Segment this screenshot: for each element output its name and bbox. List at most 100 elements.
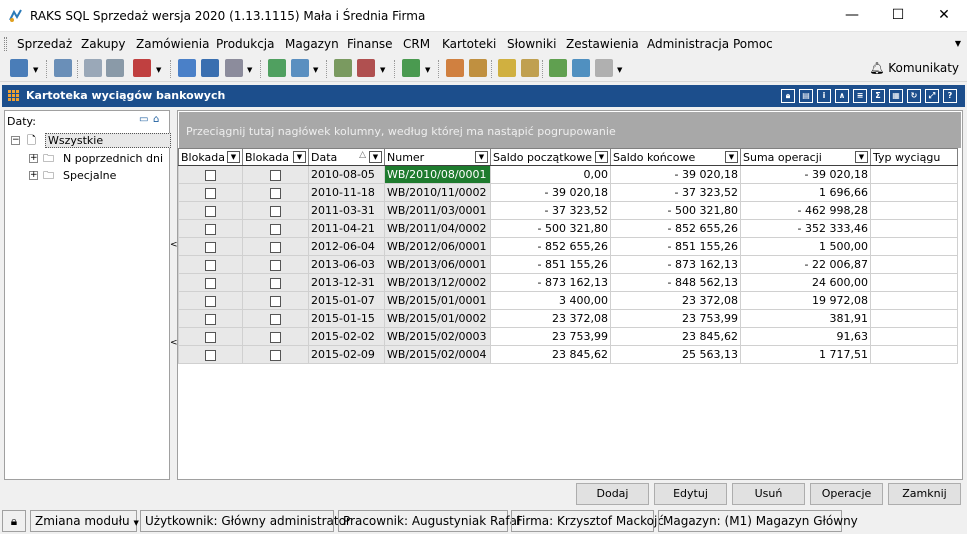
lock-icon[interactable]: 🔒︎ bbox=[781, 89, 795, 103]
table-row[interactable]: 2012-06-04 WB/2012/06/0001- 852 655,26- 8… bbox=[178, 237, 958, 256]
end-balance-cell[interactable]: 23 372,08 bbox=[610, 291, 741, 310]
date-cell[interactable]: 2015-01-15 bbox=[308, 309, 385, 328]
end-balance-cell[interactable]: - 873 162,13 bbox=[610, 255, 741, 274]
blokada-checkbox-cell[interactable] bbox=[178, 255, 243, 274]
start-balance-cell[interactable]: 23 372,08 bbox=[490, 309, 611, 328]
table-row[interactable]: 2015-01-07 WB/2015/01/0001 3 400,00 23 372,… bbox=[178, 291, 958, 310]
number-cell[interactable]: WB/2010/11/0002 bbox=[384, 183, 491, 202]
statement-type-cell[interactable] bbox=[870, 237, 958, 256]
number-cell[interactable]: WB/2015/02/0003 bbox=[384, 327, 491, 346]
blokada-checkbox-cell[interactable] bbox=[242, 291, 309, 310]
number-cell[interactable]: WB/2015/01/0002 bbox=[384, 309, 491, 328]
number-cell[interactable]: WB/2013/06/0001 bbox=[384, 255, 491, 274]
lightning-icon[interactable] bbox=[498, 59, 516, 77]
blokada-checkbox-cell[interactable] bbox=[178, 345, 243, 364]
help-icon[interactable]: ? bbox=[943, 89, 957, 103]
start-balance-cell[interactable]: - 37 323,52 bbox=[490, 201, 611, 220]
operations-sum-cell[interactable]: 91,63 bbox=[740, 327, 871, 346]
users-icon[interactable] bbox=[446, 59, 464, 77]
blokada-checkbox-cell[interactable] bbox=[178, 327, 243, 346]
table-row[interactable]: 2013-06-03 WB/2013/06/0001- 851 155,26- 8… bbox=[178, 255, 958, 274]
table-row[interactable]: 2010-08-05 WB/2010/08/0001 0,00- 39 020,18… bbox=[178, 165, 958, 184]
checkbox[interactable] bbox=[205, 259, 216, 271]
date-cell[interactable]: 2013-12-31 bbox=[308, 273, 385, 292]
filter-dropdown-icon[interactable]: ▼ bbox=[369, 151, 382, 163]
blokada-checkbox-cell[interactable] bbox=[178, 237, 243, 256]
chevron-down-icon[interactable]: ▼ bbox=[247, 66, 252, 74]
number-cell[interactable]: WB/2012/06/0001 bbox=[384, 237, 491, 256]
date-cell[interactable]: 2011-03-31 bbox=[308, 201, 385, 220]
blokada-checkbox-cell[interactable] bbox=[178, 273, 243, 292]
open-folder-icon[interactable]: ⌂ bbox=[153, 114, 159, 125]
statement-type-cell[interactable] bbox=[870, 201, 958, 220]
date-cell[interactable]: 2015-02-09 bbox=[308, 345, 385, 364]
end-balance-cell[interactable]: - 37 323,52 bbox=[610, 183, 741, 202]
statement-type-cell[interactable] bbox=[870, 291, 958, 310]
clipboard-icon[interactable] bbox=[595, 59, 613, 77]
blokada-checkbox-cell[interactable] bbox=[178, 183, 243, 202]
date-cell[interactable]: 2010-11-18 bbox=[308, 183, 385, 202]
checkbox[interactable] bbox=[205, 169, 216, 181]
checkbox[interactable] bbox=[205, 331, 216, 343]
checkbox[interactable] bbox=[205, 313, 216, 325]
delete-button[interactable]: Usuń bbox=[732, 483, 805, 505]
checkbox[interactable] bbox=[270, 313, 281, 325]
statement-type-cell[interactable] bbox=[870, 183, 958, 202]
date-cell[interactable]: 2013-06-03 bbox=[308, 255, 385, 274]
operations-button[interactable]: Operacje bbox=[810, 483, 883, 505]
menu-slowniki[interactable]: Słowniki bbox=[507, 37, 556, 51]
checkbox[interactable] bbox=[270, 187, 281, 199]
filter-dropdown-icon[interactable]: ▼ bbox=[725, 151, 738, 163]
print-icon[interactable]: ▤ bbox=[799, 89, 813, 103]
end-balance-cell[interactable]: - 851 155,26 bbox=[610, 237, 741, 256]
operations-sum-cell[interactable]: 24 600,00 bbox=[740, 273, 871, 292]
menu-pomoc[interactable]: Pomoc bbox=[733, 37, 773, 51]
columns-icon[interactable]: ▦ bbox=[889, 89, 903, 103]
stack-icon[interactable] bbox=[225, 59, 243, 77]
menu-magazyn[interactable]: Magazyn bbox=[285, 37, 339, 51]
table-row[interactable]: 2015-01-15 WB/2015/01/0002 23 372,08 23 753… bbox=[178, 309, 958, 328]
menu-zestawienia[interactable]: Zestawienia bbox=[566, 37, 639, 51]
table-row[interactable]: 2011-04-21 WB/2011/04/0002- 500 321,80- 8… bbox=[178, 219, 958, 238]
number-cell[interactable]: WB/2011/03/0001 bbox=[384, 201, 491, 220]
table-row[interactable]: 2015-02-02 WB/2015/02/0003 23 753,99 23 845… bbox=[178, 327, 958, 346]
date-cell[interactable]: 2011-04-21 bbox=[308, 219, 385, 238]
checkbox[interactable] bbox=[205, 277, 216, 289]
lightning-alt-icon[interactable] bbox=[521, 59, 539, 77]
filter-dropdown-icon[interactable]: ▼ bbox=[855, 151, 868, 163]
operations-sum-cell[interactable]: 19 972,08 bbox=[740, 291, 871, 310]
menu-overflow-icon[interactable]: ▼ bbox=[955, 39, 961, 48]
menu-zakupy[interactable]: Zakupy bbox=[81, 37, 125, 51]
blokada-checkbox-cell[interactable] bbox=[242, 237, 309, 256]
menu-kartoteki[interactable]: Kartoteki bbox=[442, 37, 496, 51]
column-header-blokada-2[interactable]: Blokada ▼ bbox=[242, 148, 309, 166]
menu-finanse[interactable]: Finanse bbox=[347, 37, 393, 51]
sum-icon[interactable]: Σ bbox=[871, 89, 885, 103]
table-row[interactable]: 2013-12-31 WB/2013/12/0002- 873 162,13- 8… bbox=[178, 273, 958, 292]
checkbox[interactable] bbox=[270, 241, 281, 253]
end-balance-cell[interactable]: - 500 321,80 bbox=[610, 201, 741, 220]
checkbox[interactable] bbox=[270, 205, 281, 217]
komunikaty-button[interactable]: 🔔︎ Komunikaty bbox=[869, 61, 959, 75]
column-header-saldo-poczatkowe[interactable]: Saldo początkowe ▼ bbox=[490, 148, 611, 166]
operations-sum-cell[interactable]: - 462 998,28 bbox=[740, 201, 871, 220]
number-cell[interactable]: WB/2015/01/0001 bbox=[384, 291, 491, 310]
column-header-suma-operacji[interactable]: Suma operacji ▼ bbox=[740, 148, 871, 166]
info-icon[interactable]: i bbox=[817, 89, 831, 103]
filter-dropdown-icon[interactable]: ▼ bbox=[227, 151, 240, 163]
number-cell[interactable]: WB/2013/12/0002 bbox=[384, 273, 491, 292]
filter-icon[interactable]: ∧ bbox=[835, 89, 849, 103]
expand-icon[interactable]: + bbox=[29, 154, 38, 163]
checkbox[interactable] bbox=[270, 259, 281, 271]
start-balance-cell[interactable]: - 500 321,80 bbox=[490, 219, 611, 238]
package-icon[interactable] bbox=[133, 59, 151, 77]
column-header-blokada[interactable]: Blokada ▼ bbox=[178, 148, 243, 166]
checkbox[interactable] bbox=[270, 331, 281, 343]
chevron-down-icon[interactable]: ▼ bbox=[33, 66, 38, 74]
checkbox[interactable] bbox=[205, 295, 216, 307]
checkbox[interactable] bbox=[270, 169, 281, 181]
refresh-panel-icon[interactable]: ↻ bbox=[907, 89, 921, 103]
operations-sum-cell[interactable]: 381,91 bbox=[740, 309, 871, 328]
menu-sprzedaz[interactable]: Sprzedaż bbox=[17, 37, 72, 51]
start-balance-cell[interactable]: - 851 155,26 bbox=[490, 255, 611, 274]
